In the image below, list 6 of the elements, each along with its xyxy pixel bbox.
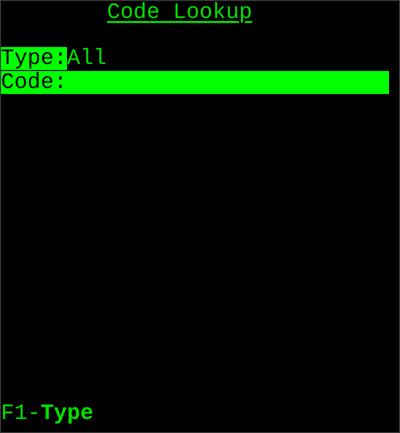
field-label: Type:: [1, 47, 68, 70]
function-key-hint: F1-Type: [1, 402, 94, 428]
code-input-field[interactable]: [67, 71, 390, 94]
screen-title: Code Lookup: [107, 1, 252, 25]
field-value: All: [67, 47, 107, 70]
field-label: Code:: [1, 71, 68, 94]
